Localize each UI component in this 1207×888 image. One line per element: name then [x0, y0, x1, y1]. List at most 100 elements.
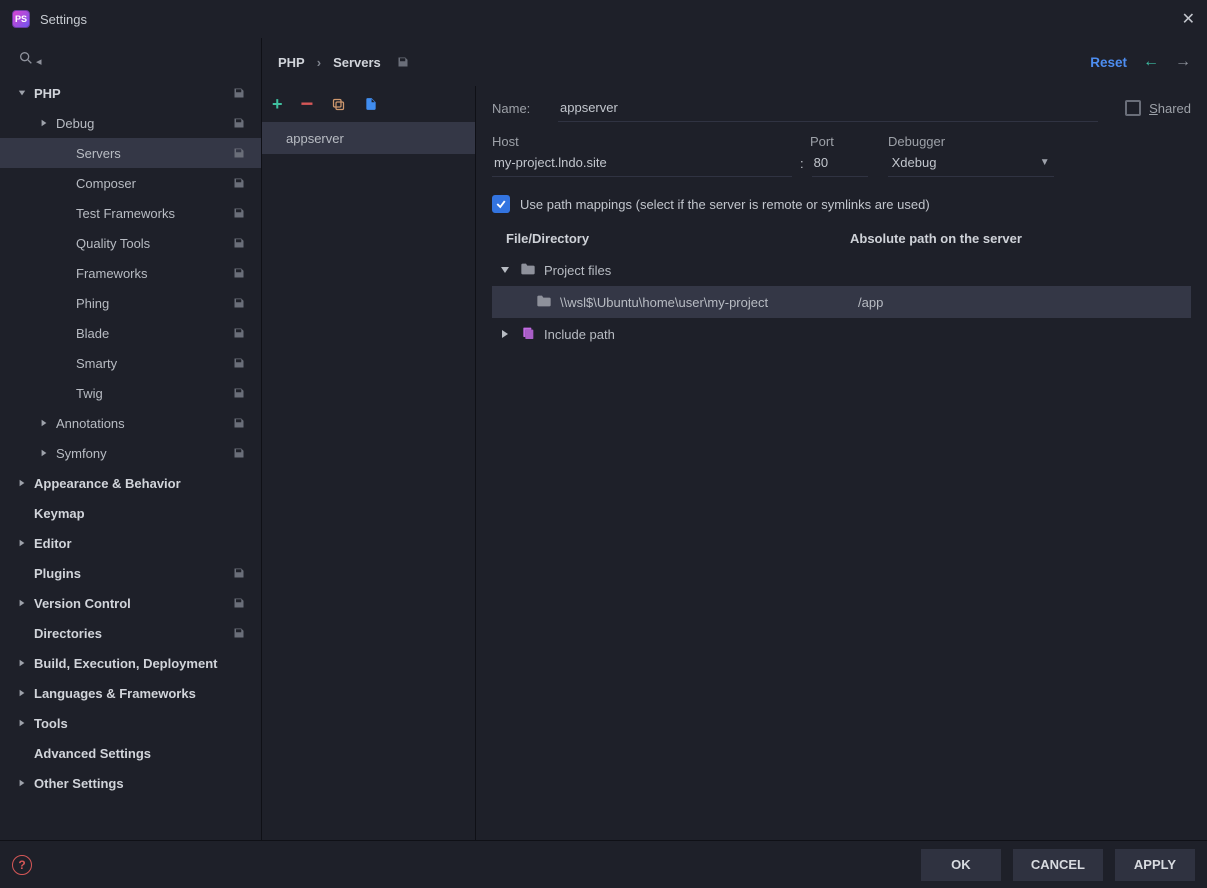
ok-button[interactable]: OK	[921, 849, 1001, 881]
debugger-select[interactable]: Xdebug ▼	[888, 149, 1054, 177]
sidebar-item-editor[interactable]: Editor	[0, 528, 261, 558]
mapping-tree: Project files \\wsl$\Ubuntu\home\user\my…	[492, 254, 1191, 350]
sidebar-item-other-settings[interactable]: Other Settings	[0, 768, 261, 798]
sidebar-item-label: Build, Execution, Deployment	[34, 656, 245, 671]
back-arrow-icon[interactable]: ←	[1143, 53, 1159, 71]
shared-label: SSharedhared	[1149, 101, 1191, 116]
app-icon: PS	[12, 10, 30, 28]
chevron-right-icon: ›	[317, 55, 321, 70]
sidebar-item-smarty[interactable]: Smarty	[0, 348, 261, 378]
remove-server-button[interactable]: −	[301, 93, 314, 115]
chevron-down-icon	[16, 89, 28, 97]
settings-tree: PHP Debug Servers Composer Test FrameworksQu…	[0, 78, 261, 840]
server-item[interactable]: appserver	[262, 122, 475, 154]
folder-icon	[536, 294, 552, 311]
name-input[interactable]	[558, 94, 1098, 122]
chevron-right-icon	[38, 449, 50, 457]
port-input[interactable]	[812, 149, 868, 177]
reset-button[interactable]: Reset	[1090, 55, 1127, 70]
host-input[interactable]	[492, 149, 792, 177]
add-server-button[interactable]: +	[272, 95, 283, 113]
disk-icon	[233, 177, 245, 189]
project-path-row[interactable]: \\wsl$\Ubuntu\home\user\my-project /app	[492, 286, 1191, 318]
disk-icon	[233, 147, 245, 159]
disk-icon	[233, 267, 245, 279]
sidebar-item-version-control[interactable]: Version Control	[0, 588, 261, 618]
debugger-value: Xdebug	[892, 155, 937, 170]
disk-icon	[397, 56, 409, 68]
disk-icon	[233, 207, 245, 219]
sidebar-item-plugins[interactable]: Plugins	[0, 558, 261, 588]
disk-icon	[233, 327, 245, 339]
use-path-mappings-checkbox[interactable]: Use path mappings (select if the server …	[492, 195, 1191, 213]
checkbox-icon	[1125, 100, 1141, 116]
folder-icon	[520, 262, 536, 279]
copy-server-button[interactable]	[331, 97, 346, 112]
disk-icon	[233, 387, 245, 399]
crumb-root[interactable]: PHP	[278, 55, 305, 70]
sidebar-item-label: Editor	[34, 536, 245, 551]
disk-icon	[233, 597, 245, 609]
disk-icon	[233, 447, 245, 459]
bottom-bar: ? OK CANCEL APPLY	[0, 840, 1207, 888]
apply-button[interactable]: APPLY	[1115, 849, 1195, 881]
sidebar-item-frameworks[interactable]: Frameworks	[0, 258, 261, 288]
sidebar-item-phing[interactable]: Phing	[0, 288, 261, 318]
checkbox-checked-icon	[492, 195, 510, 213]
mapping-table-header: File/Directory Absolute path on the serv…	[492, 221, 1191, 254]
port-label: Port	[810, 134, 888, 149]
sidebar-item-blade[interactable]: Blade	[0, 318, 261, 348]
host-port-separator: :	[800, 156, 804, 171]
sidebar-item-label: PHP	[34, 86, 233, 101]
window-title: Settings	[40, 12, 87, 27]
sidebar-item-appearance-behavior[interactable]: Appearance & Behavior	[0, 468, 261, 498]
chevron-right-icon	[498, 329, 512, 339]
disk-icon	[233, 237, 245, 249]
sidebar-item-label: Servers	[76, 146, 233, 161]
server-path[interactable]: /app	[858, 295, 883, 310]
sidebar-item-label: Smarty	[76, 356, 233, 371]
sidebar-item-php[interactable]: PHP	[0, 78, 261, 108]
sidebar-item-label: Twig	[76, 386, 233, 401]
sidebar-item-advanced-settings[interactable]: Advanced Settings	[0, 738, 261, 768]
import-server-button[interactable]	[364, 96, 378, 112]
server-item-label: appserver	[286, 131, 344, 146]
project-files-node[interactable]: Project files	[492, 254, 1191, 286]
help-button[interactable]: ?	[12, 855, 32, 875]
disk-icon	[233, 627, 245, 639]
sidebar-item-label: Keymap	[34, 506, 245, 521]
sidebar-item-keymap[interactable]: Keymap	[0, 498, 261, 528]
sidebar-item-label: Advanced Settings	[34, 746, 245, 761]
shared-checkbox[interactable]: SSharedhared	[1125, 100, 1191, 116]
disk-icon	[233, 417, 245, 429]
sidebar-item-test-frameworks[interactable]: Test Frameworks	[0, 198, 261, 228]
sidebar-item-label: Version Control	[34, 596, 233, 611]
sidebar-item-label: Composer	[76, 176, 233, 191]
forward-arrow-icon[interactable]: →	[1175, 53, 1191, 71]
include-path-node[interactable]: Include path	[492, 318, 1191, 350]
sidebar-item-debug[interactable]: Debug	[0, 108, 261, 138]
servers-toolbar: + −	[262, 86, 475, 122]
name-label: Name:	[492, 101, 554, 116]
disk-icon	[233, 567, 245, 579]
search-row[interactable]: ◂	[0, 38, 261, 78]
sidebar-item-build-execution-deployment[interactable]: Build, Execution, Deployment	[0, 648, 261, 678]
debugger-label: Debugger	[888, 134, 945, 149]
sidebar-item-label: Languages & Frameworks	[34, 686, 245, 701]
sidebar-item-annotations[interactable]: Annotations	[0, 408, 261, 438]
sidebar: ◂ PHP Debug Servers Composer Test Frameworks…	[0, 38, 262, 840]
sidebar-item-languages-frameworks[interactable]: Languages & Frameworks	[0, 678, 261, 708]
sidebar-item-label: Phing	[76, 296, 233, 311]
project-files-label: Project files	[544, 263, 611, 278]
sidebar-item-tools[interactable]: Tools	[0, 708, 261, 738]
close-button[interactable]: ✕	[1182, 9, 1195, 29]
sidebar-item-twig[interactable]: Twig	[0, 378, 261, 408]
sidebar-item-directories[interactable]: Directories	[0, 618, 261, 648]
sidebar-item-servers[interactable]: Servers	[0, 138, 261, 168]
chevron-down-icon: ▼	[1040, 157, 1050, 168]
sidebar-item-composer[interactable]: Composer	[0, 168, 261, 198]
cancel-button[interactable]: CANCEL	[1013, 849, 1103, 881]
sidebar-item-quality-tools[interactable]: Quality Tools	[0, 228, 261, 258]
sidebar-item-symfony[interactable]: Symfony	[0, 438, 261, 468]
chevron-right-icon	[16, 479, 28, 487]
